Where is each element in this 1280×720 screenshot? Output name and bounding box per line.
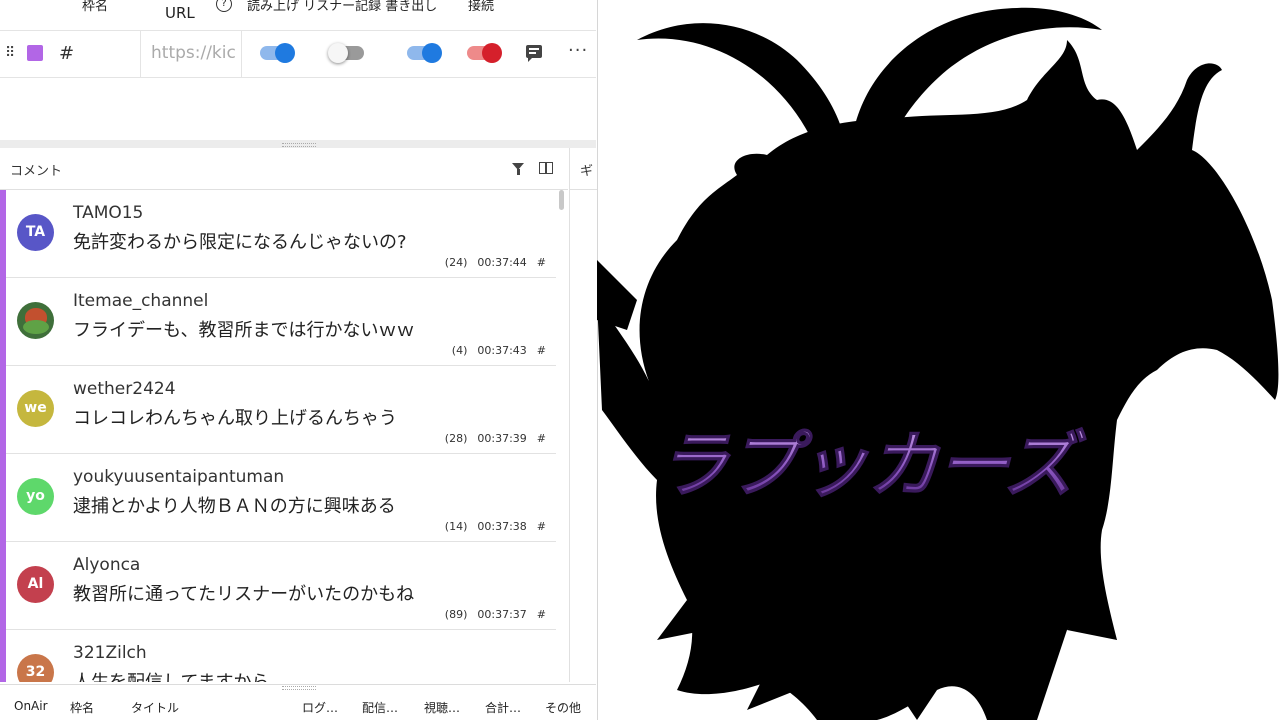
- comment-tag: #: [536, 520, 546, 533]
- comment-scrollbar[interactable]: [557, 190, 567, 682]
- avatar[interactable]: TA: [17, 214, 54, 251]
- comment-meta: (89) 00:37:37 #: [435, 608, 546, 621]
- chat-bubble-icon[interactable]: [526, 45, 542, 62]
- comment-count: (24): [444, 256, 468, 269]
- column-header[interactable]: 枠名: [70, 699, 94, 716]
- comment-text: 免許変わるから限定になるんじゃないの?: [73, 232, 407, 253]
- column-header[interactable]: OnAir: [14, 699, 48, 713]
- comment-panel-title: コメント: [10, 164, 63, 179]
- comment-count: (4): [451, 344, 468, 357]
- panel-splitter[interactable]: [0, 140, 596, 148]
- stream-table-header: 枠名 URL ? 読み上げ リスナー記録 書き出し 接続: [0, 0, 596, 30]
- comment-tag: #: [536, 256, 546, 269]
- stream-color-swatch[interactable]: [27, 45, 43, 61]
- comment-text: 教習所に通ってたリスナーがいたのかもね: [73, 584, 415, 605]
- comment-time: 00:37:39: [477, 432, 527, 445]
- column-header[interactable]: 視聴…: [424, 699, 460, 716]
- comment-count: (89): [444, 608, 468, 621]
- stream-info-table-header: OnAir 枠名 タイトル ログ… 配信… 視聴… 合計… その他: [0, 684, 596, 720]
- comment-time: 00:37:37: [477, 608, 527, 621]
- stream-url-input[interactable]: https://kic: [140, 31, 242, 77]
- comment-time: 00:37:43: [477, 344, 527, 357]
- comment-list: TA TAMO15 免許変わるから限定になるんじゃないの? (24) 00:37:44 #…: [0, 190, 556, 682]
- comment-meta: (4) 00:37:43 #: [442, 344, 546, 357]
- column-header[interactable]: ログ…: [302, 699, 338, 716]
- avatar[interactable]: Al: [17, 566, 54, 603]
- stream-row[interactable]: ⠿ # https://kic ···: [0, 30, 596, 78]
- comment-tag: #: [536, 608, 546, 621]
- comment-text: 人生を配信してますから: [73, 668, 270, 682]
- filter-icon[interactable]: [512, 163, 524, 175]
- avatar[interactable]: [17, 302, 54, 339]
- comment-username[interactable]: TAMO15: [73, 203, 143, 223]
- comment-item[interactable]: TA TAMO15 免許変わるから限定になるんじゃないの? (24) 00:37:44 #: [0, 190, 556, 278]
- read-aloud-toggle[interactable]: [260, 43, 295, 63]
- comment-username[interactable]: 321Zilch: [73, 643, 147, 663]
- comment-item[interactable]: we wether2424 コレコレわんちゃん取り上げるんちゃう (28) 00:37:…: [0, 366, 556, 454]
- listener-record-toggle[interactable]: [328, 43, 364, 63]
- column-connect-header: 接続: [468, 0, 495, 14]
- comment-text: 逮捕とかより人物ＢＡＮの方に興味ある: [73, 496, 396, 517]
- comment-count: (28): [444, 432, 468, 445]
- comment-meta: (24) 00:37:44 #: [435, 256, 546, 269]
- comment-tag: #: [536, 344, 546, 357]
- column-options-header: 読み上げ リスナー記録 書き出し: [247, 0, 438, 14]
- comment-meta: (14) 00:37:38 #: [435, 520, 546, 533]
- column-header[interactable]: 配信…: [362, 699, 398, 716]
- comment-count: (14): [444, 520, 468, 533]
- column-url-header[interactable]: URL: [165, 4, 195, 22]
- help-icon[interactable]: ?: [216, 0, 232, 12]
- gift-panel: ギ: [569, 148, 597, 682]
- avatar[interactable]: 32: [17, 654, 54, 682]
- stream-name[interactable]: #: [59, 43, 74, 64]
- comment-username[interactable]: youkyuusentaipantuman: [73, 467, 284, 487]
- comment-item[interactable]: Al Alyonca 教習所に通ってたリスナーがいたのかもね (89) 00:37:37…: [0, 542, 556, 630]
- column-header[interactable]: その他: [545, 699, 581, 716]
- comment-username[interactable]: Alyonca: [73, 555, 140, 575]
- comment-panel: コメント TA TAMO15 免許変わるから限定になるんじゃないの? (24) 00:3…: [0, 148, 568, 682]
- column-name-header[interactable]: 枠名: [82, 0, 108, 14]
- avatar[interactable]: we: [17, 390, 54, 427]
- comment-item[interactable]: 32 321Zilch 人生を配信してますから: [0, 630, 556, 682]
- columns-icon[interactable]: [539, 162, 555, 174]
- gift-panel-title: ギ: [580, 164, 594, 179]
- comment-text: コレコレわんちゃん取り上げるんちゃう: [73, 408, 397, 429]
- connect-toggle[interactable]: [467, 43, 502, 63]
- comment-panel-header: コメント: [0, 148, 568, 190]
- drag-handle-icon[interactable]: ⠿: [5, 45, 15, 61]
- export-toggle[interactable]: [407, 43, 442, 63]
- comment-tag: #: [536, 432, 546, 445]
- stream-url-value[interactable]: https://kic: [151, 43, 243, 63]
- broadcast-preview: ラプッカーズ: [597, 0, 1280, 720]
- comment-username[interactable]: Itemae_channel: [73, 291, 208, 311]
- comment-meta: (28) 00:37:39 #: [435, 432, 546, 445]
- avatar[interactable]: yo: [17, 478, 54, 515]
- comment-item[interactable]: yo youkyuusentaipantuman 逮捕とかより人物ＢＡＮの方に興味あ…: [0, 454, 556, 542]
- comment-item[interactable]: Itemae_channel フライデーも、教習所までは行かないｗｗ (4) 00:3…: [0, 278, 556, 366]
- column-header[interactable]: 合計…: [485, 699, 521, 716]
- comment-time: 00:37:38: [477, 520, 527, 533]
- comment-time: 00:37:44: [477, 256, 527, 269]
- demon-silhouette-logo: ラプッカーズ: [597, 7, 1279, 720]
- column-header[interactable]: タイトル: [131, 699, 179, 716]
- comment-username[interactable]: wether2424: [73, 379, 176, 399]
- more-options-icon[interactable]: ···: [568, 40, 588, 61]
- stage-logo-text: ラプッカーズ: [657, 423, 1086, 507]
- comment-viewer-window: 枠名 URL ? 読み上げ リスナー記録 書き出し 接続 ⠿ # https:/…: [0, 0, 598, 720]
- comment-text: フライデーも、教習所までは行かないｗｗ: [73, 320, 415, 341]
